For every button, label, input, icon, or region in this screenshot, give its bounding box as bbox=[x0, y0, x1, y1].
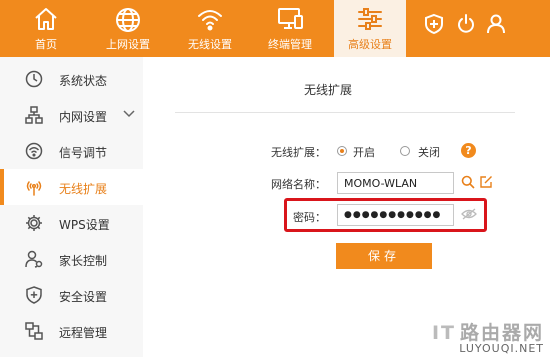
nav-item-terminal-management[interactable]: 终端管理 bbox=[258, 0, 322, 57]
shield-icon bbox=[26, 286, 42, 304]
nav-label-advanced-settings: 高级设置 bbox=[348, 38, 392, 51]
nav-label-wireless-settings: 无线设置 bbox=[188, 38, 232, 51]
nav-item-wireless-settings[interactable]: 无线设置 bbox=[178, 0, 242, 57]
wireless-extend-icon bbox=[26, 181, 42, 196]
extend-on-radio[interactable] bbox=[337, 146, 347, 156]
chevron-down-icon[interactable] bbox=[123, 109, 135, 119]
title-divider bbox=[175, 112, 515, 113]
sidebar-item-label: 家长控制 bbox=[59, 254, 108, 268]
home-icon bbox=[35, 8, 57, 30]
watermark-title: 路由器网 bbox=[459, 322, 544, 344]
signal-icon bbox=[25, 142, 43, 160]
password-label: 密码： bbox=[293, 211, 326, 224]
nav-item-internet-settings[interactable]: 上网设置 bbox=[96, 0, 160, 57]
sidebar-item-security-settings[interactable]: 安全设置 bbox=[0, 277, 143, 313]
sidebar-item-wireless-extend[interactable]: 无线扩展 bbox=[0, 169, 143, 205]
sidebar-item-remote-management[interactable]: 远程管理 bbox=[0, 313, 143, 349]
clock-icon bbox=[25, 70, 43, 88]
nav-item-home[interactable]: 首页 bbox=[18, 0, 74, 57]
sidebar-item-system-status[interactable]: 系统状态 bbox=[0, 61, 143, 97]
remote-icon bbox=[25, 322, 43, 340]
sidebar-item-wps-settings[interactable]: WPS设置 bbox=[0, 205, 143, 241]
sidebar-item-label: 安全设置 bbox=[59, 290, 108, 304]
help-icon[interactable]: ? bbox=[461, 143, 476, 158]
nav-item-advanced-settings[interactable]: 高级设置 bbox=[334, 0, 406, 57]
monitor-icon bbox=[278, 8, 303, 29]
network-icon bbox=[25, 106, 43, 124]
sidebar-item-label: 信号调节 bbox=[59, 146, 108, 160]
sidebar-item-label: 内网设置 bbox=[59, 110, 108, 124]
nav-label-terminal-management: 终端管理 bbox=[268, 38, 312, 51]
main-content: 无线扩展 无线扩展： 开启 关闭 ? 网络名称： 密码： 保存 bbox=[143, 57, 550, 357]
search-icon[interactable] bbox=[461, 175, 475, 189]
sidebar: 系统状态 内网设置 信号调节 无线扩展 WPS设置 家长控制 安全设置 远程管理 bbox=[0, 57, 143, 357]
page-title: 无线扩展 bbox=[303, 83, 352, 97]
sidebar-item-lan-settings[interactable]: 内网设置 bbox=[0, 97, 143, 133]
sliders-icon bbox=[358, 8, 382, 30]
globe-icon bbox=[116, 8, 140, 32]
parent-control-icon bbox=[25, 250, 43, 268]
sidebar-item-label: WPS设置 bbox=[59, 218, 110, 232]
sidebar-item-parental-control[interactable]: 家长控制 bbox=[0, 241, 143, 277]
ssid-label: 网络名称： bbox=[271, 178, 326, 191]
top-navigation-bar: 首页 上网设置 无线设置 终端管理 高级设置 bbox=[0, 0, 550, 57]
watermark-logo: IT 路由器网 LUYOUQI.NET bbox=[432, 318, 544, 355]
extend-off-label[interactable]: 关闭 bbox=[418, 144, 440, 160]
user-icon[interactable] bbox=[486, 13, 506, 35]
ssid-input[interactable] bbox=[337, 172, 454, 194]
save-button[interactable]: 保存 bbox=[336, 243, 432, 269]
sidebar-item-label: 无线扩展 bbox=[59, 182, 108, 196]
wifi-icon bbox=[198, 10, 222, 31]
plus-shield-icon[interactable] bbox=[424, 13, 444, 35]
eye-icon[interactable] bbox=[461, 208, 477, 220]
power-icon[interactable] bbox=[456, 13, 476, 35]
sidebar-item-label: 远程管理 bbox=[59, 326, 108, 340]
extend-label: 无线扩展： bbox=[271, 146, 326, 159]
watermark-prefix: IT bbox=[431, 322, 456, 344]
password-input[interactable] bbox=[337, 204, 454, 226]
edit-icon[interactable] bbox=[479, 175, 493, 189]
sidebar-item-label: 系统状态 bbox=[59, 74, 108, 88]
nav-label-home: 首页 bbox=[35, 38, 57, 51]
nav-label-internet-settings: 上网设置 bbox=[106, 38, 150, 51]
sidebar-item-signal-adjust[interactable]: 信号调节 bbox=[0, 133, 143, 169]
gear-icon bbox=[26, 215, 42, 231]
extend-off-radio[interactable] bbox=[400, 146, 410, 156]
extend-on-label[interactable]: 开启 bbox=[353, 144, 375, 160]
